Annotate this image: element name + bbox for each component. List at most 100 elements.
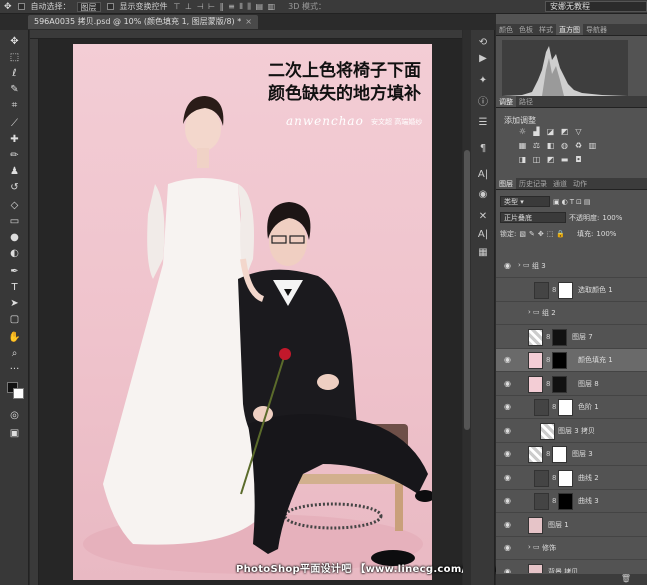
layer-row[interactable]: 8 图层 7 xyxy=(496,326,647,349)
info-panel-icon[interactable]: ⓘ xyxy=(476,96,490,109)
visibility-eye-icon[interactable]: ◉ xyxy=(504,450,513,458)
document-tab[interactable]: 596A0035 拷贝.psd @ 10% (颜色填充 1, 图层蒙版/8) *… xyxy=(28,15,258,29)
layer-mask-thumbnail[interactable] xyxy=(558,399,573,416)
workspace-dropdown[interactable]: 安娜无教程 xyxy=(545,1,647,12)
stamp-icon[interactable]: ♟ xyxy=(6,164,23,179)
layer-row[interactable]: 8 选取颜色 1 xyxy=(496,279,647,302)
gradient-icon[interactable]: ▭ xyxy=(6,214,23,229)
tab-top_tabs-2[interactable]: 样式 xyxy=(536,24,556,35)
path-select-icon[interactable]: ➤ xyxy=(6,296,23,311)
adjustment-thumbnail[interactable] xyxy=(534,493,549,510)
selective-color-icon[interactable]: ◘ xyxy=(574,155,583,164)
link-icon[interactable]: 8 xyxy=(552,474,556,482)
lock-icons[interactable]: ▧✎✥⬚🔒 xyxy=(519,230,568,238)
kind-filter-dropdown[interactable]: 类型 ▾ xyxy=(500,196,550,207)
layer-mask-thumbnail[interactable] xyxy=(558,493,573,510)
visibility-eye-icon[interactable] xyxy=(504,286,513,293)
marquee-icon[interactable]: ⬚ xyxy=(6,50,23,65)
history-brush-icon[interactable]: ↺ xyxy=(6,180,23,195)
quick-mask-icon[interactable]: ◎ xyxy=(6,408,23,423)
layer-row[interactable]: ◉ 8 色阶 1 xyxy=(496,396,647,419)
layer-name[interactable]: 组 3 xyxy=(532,261,546,271)
adjustment-thumbnail[interactable] xyxy=(534,281,549,299)
layer-row[interactable]: ◉ 8 颜色填充 1 xyxy=(496,349,647,372)
lasso-icon[interactable]: ℓ xyxy=(6,66,23,81)
layer-mask-thumbnail[interactable] xyxy=(552,328,567,346)
eraser-icon[interactable]: ◇ xyxy=(6,198,23,213)
layer-mask-thumbnail[interactable] xyxy=(552,352,567,369)
tab-layer_tabs-0[interactable]: 图层 xyxy=(496,178,516,189)
healing-icon[interactable]: ✚ xyxy=(6,132,23,147)
quick-select-icon[interactable]: ✎ xyxy=(6,82,23,97)
exposure-icon[interactable]: ◩ xyxy=(560,127,569,136)
lookup-icon[interactable]: ▥ xyxy=(588,141,597,150)
link-icon[interactable]: 8 xyxy=(552,403,556,411)
pen-icon[interactable]: ✒ xyxy=(6,264,23,279)
visibility-eye-icon[interactable]: ◉ xyxy=(504,567,513,573)
document-canvas[interactable]: 二次上色将椅子下面 颜色缺失的地方填补 anwenchao 安文超 高端婚纱 xyxy=(73,44,432,580)
close-icon[interactable]: × xyxy=(245,17,252,26)
hue-icon[interactable]: ▦ xyxy=(518,141,527,150)
layer-name[interactable]: 图层 7 xyxy=(572,332,593,342)
visibility-eye-icon[interactable]: ◉ xyxy=(504,544,513,552)
layer-mask-thumbnail[interactable] xyxy=(552,375,567,393)
type-icon[interactable]: T xyxy=(6,280,23,295)
auto-select-checkbox[interactable] xyxy=(17,3,25,10)
adjustment-thumbnail[interactable] xyxy=(534,399,549,416)
filter-icons[interactable]: ▣◐T⊡▤ xyxy=(553,198,592,206)
brightness-icon[interactable]: ☼ xyxy=(518,127,527,136)
layer-mask-thumbnail[interactable] xyxy=(558,281,573,299)
hand-icon[interactable]: ✋ xyxy=(6,330,23,345)
vibrance-icon[interactable]: ▽ xyxy=(574,127,583,136)
scrollbar-thumb[interactable] xyxy=(464,150,470,430)
visibility-eye-icon[interactable]: ◉ xyxy=(504,497,513,505)
visibility-eye-icon[interactable]: ◉ xyxy=(504,426,513,434)
tab-top_tabs-4[interactable]: 导航器 xyxy=(583,24,610,35)
zoom-icon[interactable]: ⌕ xyxy=(6,346,23,361)
visibility-eye-icon[interactable] xyxy=(504,333,513,340)
link-icon[interactable]: 8 xyxy=(546,356,550,364)
layer-row[interactable]: ◉ › ▭ 组 3 xyxy=(496,255,647,278)
background-color-swatch[interactable] xyxy=(13,388,24,399)
layer-row[interactable]: › ▭ 组 2 xyxy=(496,302,647,325)
link-icon[interactable]: 8 xyxy=(552,497,556,505)
layer-row[interactable]: ◉ 背景 拷贝 xyxy=(496,561,647,573)
layer-name[interactable]: 图层 3 拷贝 xyxy=(558,426,595,436)
tab-top_tabs-1[interactable]: 色板 xyxy=(516,24,536,35)
tab-adj_tabs-0[interactable]: 调整 xyxy=(496,96,516,107)
layer-name[interactable]: 选取颜色 1 xyxy=(578,285,613,295)
fill-thumbnail[interactable] xyxy=(528,352,543,369)
visibility-eye-icon[interactable]: ◉ xyxy=(504,356,513,364)
layer-name[interactable]: 组 2 xyxy=(542,308,556,318)
blur-icon[interactable]: ● xyxy=(6,230,23,245)
layer-thumbnail[interactable] xyxy=(528,446,543,463)
visibility-eye-icon[interactable]: ◉ xyxy=(504,403,513,411)
character-panel-icon[interactable]: A| xyxy=(476,168,490,181)
layer-thumbnail[interactable] xyxy=(528,516,543,534)
paragraph-panel-icon[interactable]: ¶ xyxy=(476,142,490,155)
layer-name[interactable]: 图层 1 xyxy=(548,520,569,530)
align-icons[interactable]: ⊤ ⊥ ⊣ ⊢ ‖ ≡ ⫴ ⫼ ▤ ▥ xyxy=(174,2,277,12)
layer-thumbnail[interactable] xyxy=(528,563,543,573)
tab-top_tabs-3[interactable]: 直方图 xyxy=(556,24,583,35)
layer-name[interactable]: 曲线 3 xyxy=(578,496,599,506)
layer-row[interactable]: ◉ 8 曲线 2 xyxy=(496,467,647,490)
canvas-scrollbar[interactable] xyxy=(463,30,471,585)
layer-name[interactable]: 曲线 2 xyxy=(578,473,599,483)
layer-name[interactable]: 图层 3 xyxy=(572,449,593,459)
move-icon[interactable]: ✥ xyxy=(6,34,23,49)
layer-row[interactable]: ◉ 图层 1 xyxy=(496,514,647,537)
trash-icon[interactable]: 🗑 xyxy=(621,574,631,583)
gradient-map-icon[interactable]: ▬ xyxy=(560,155,569,164)
layer-thumbnail[interactable] xyxy=(528,328,543,346)
layer-mask-thumbnail[interactable] xyxy=(552,446,567,463)
layer-row[interactable]: ◉ 图层 3 拷贝 xyxy=(496,420,647,443)
visibility-eye-icon[interactable] xyxy=(504,309,513,316)
layer-row[interactable]: ◉ 8 图层 3 xyxy=(496,443,647,466)
folder-icon[interactable]: › ▭ xyxy=(528,543,540,551)
actions-panel-icon[interactable]: ▶ xyxy=(476,52,490,65)
link-icon[interactable]: 8 xyxy=(546,380,550,388)
swatches-strip-icon[interactable]: ▦ xyxy=(476,246,490,259)
tab-layer_tabs-3[interactable]: 动作 xyxy=(570,178,590,189)
fill-thumbnail[interactable] xyxy=(528,375,543,393)
